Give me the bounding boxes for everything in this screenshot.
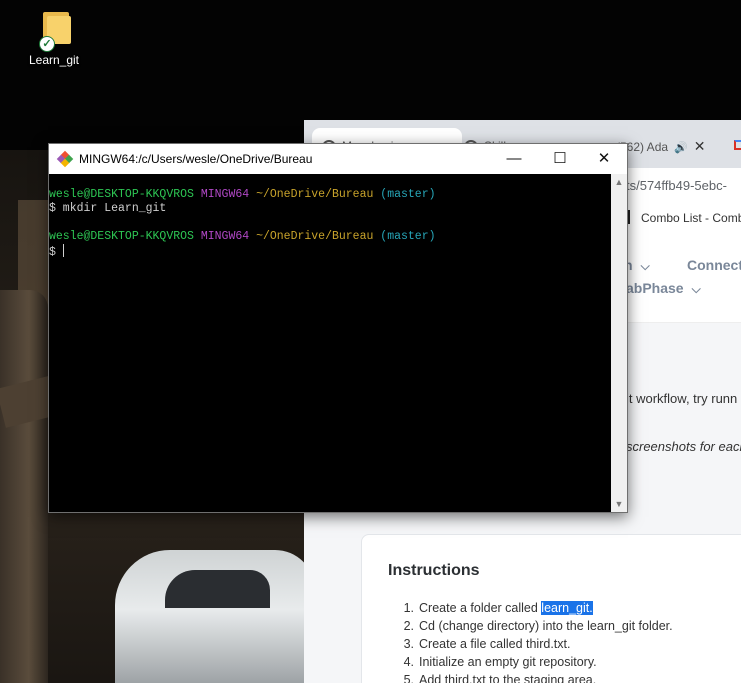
nav-item-connect[interactable]: Connect — [687, 257, 741, 273]
selected-text[interactable]: learn_git. — [541, 601, 593, 615]
maximize-button[interactable]: ☐ — [537, 144, 583, 174]
bookmark-combo-list[interactable]: Combo List - Comb — [641, 211, 741, 225]
url-text: ts/574ffb49-5ebc- — [626, 178, 727, 193]
desktop-icon-learn-git[interactable]: ✓ Learn_git — [22, 10, 86, 67]
input-line[interactable]: $ — [49, 244, 611, 259]
instructions-card: Instructions 1. Create a folder called le… — [361, 534, 741, 683]
chevron-down-icon: ⌵ — [640, 259, 650, 273]
folder-icon: ✓ — [39, 10, 71, 52]
scroll-up-icon[interactable]: ▲ — [611, 174, 627, 190]
instruction-item: 2. Cd (change directory) into the learn_g… — [403, 619, 673, 633]
desktop-icon-label: Learn_git — [28, 53, 80, 67]
text-cursor — [62, 244, 64, 257]
tab-close-icon[interactable]: ✕ — [694, 128, 706, 164]
content-line-workflow: it workflow, try runn — [626, 391, 738, 406]
nav-item-labphase[interactable]: abPhase ⌵ — [626, 280, 701, 297]
close-button[interactable]: ✕ — [581, 144, 627, 174]
gmail-icon[interactable] — [734, 140, 741, 150]
content-line-screenshots: screenshots for each — [626, 439, 741, 454]
terminal-scrollbar[interactable]: ▲ ▼ — [611, 174, 627, 512]
instruction-item: 4. Initialize an empty git repository. — [403, 655, 597, 669]
mingw-icon — [56, 150, 74, 168]
prompt-line: wesle@DESKTOP-KKQVROS MINGW64 ~/OneDrive… — [49, 188, 436, 201]
instruction-item: 1. Create a folder called learn_git. — [403, 601, 593, 615]
chevron-down-icon: ⌵ — [691, 282, 701, 296]
sync-check-icon: ✓ — [39, 36, 55, 52]
prompt-line: wesle@DESKTOP-KKQVROS MINGW64 ~/OneDrive… — [49, 230, 436, 243]
wallpaper-figure — [0, 290, 48, 683]
audio-icon[interactable]: 🔊 — [674, 130, 688, 164]
command-line: $ mkdir Learn_git — [49, 202, 167, 215]
minimize-button[interactable]: — — [491, 144, 537, 174]
instructions-title: Instructions — [388, 562, 480, 579]
instructions-list: 1. Create a folder called learn_git. 2. Cd… — [388, 599, 673, 683]
scroll-down-icon[interactable]: ▼ — [611, 496, 627, 512]
terminal-output[interactable]: wesle@DESKTOP-KKQVROS MINGW64 ~/OneDrive… — [49, 174, 611, 512]
instruction-item: 3. Create a file called third.txt. — [403, 637, 571, 651]
wallpaper-car-window — [165, 570, 270, 608]
terminal-title: MINGW64:/c/Users/wesle/OneDrive/Bureau — [79, 152, 313, 166]
terminal-window[interactable]: MINGW64:/c/Users/wesle/OneDrive/Bureau —… — [48, 143, 628, 513]
instruction-item: 5. Add third.txt to the staging area. — [403, 673, 597, 683]
terminal-titlebar[interactable]: MINGW64:/c/Users/wesle/OneDrive/Bureau —… — [49, 144, 627, 174]
